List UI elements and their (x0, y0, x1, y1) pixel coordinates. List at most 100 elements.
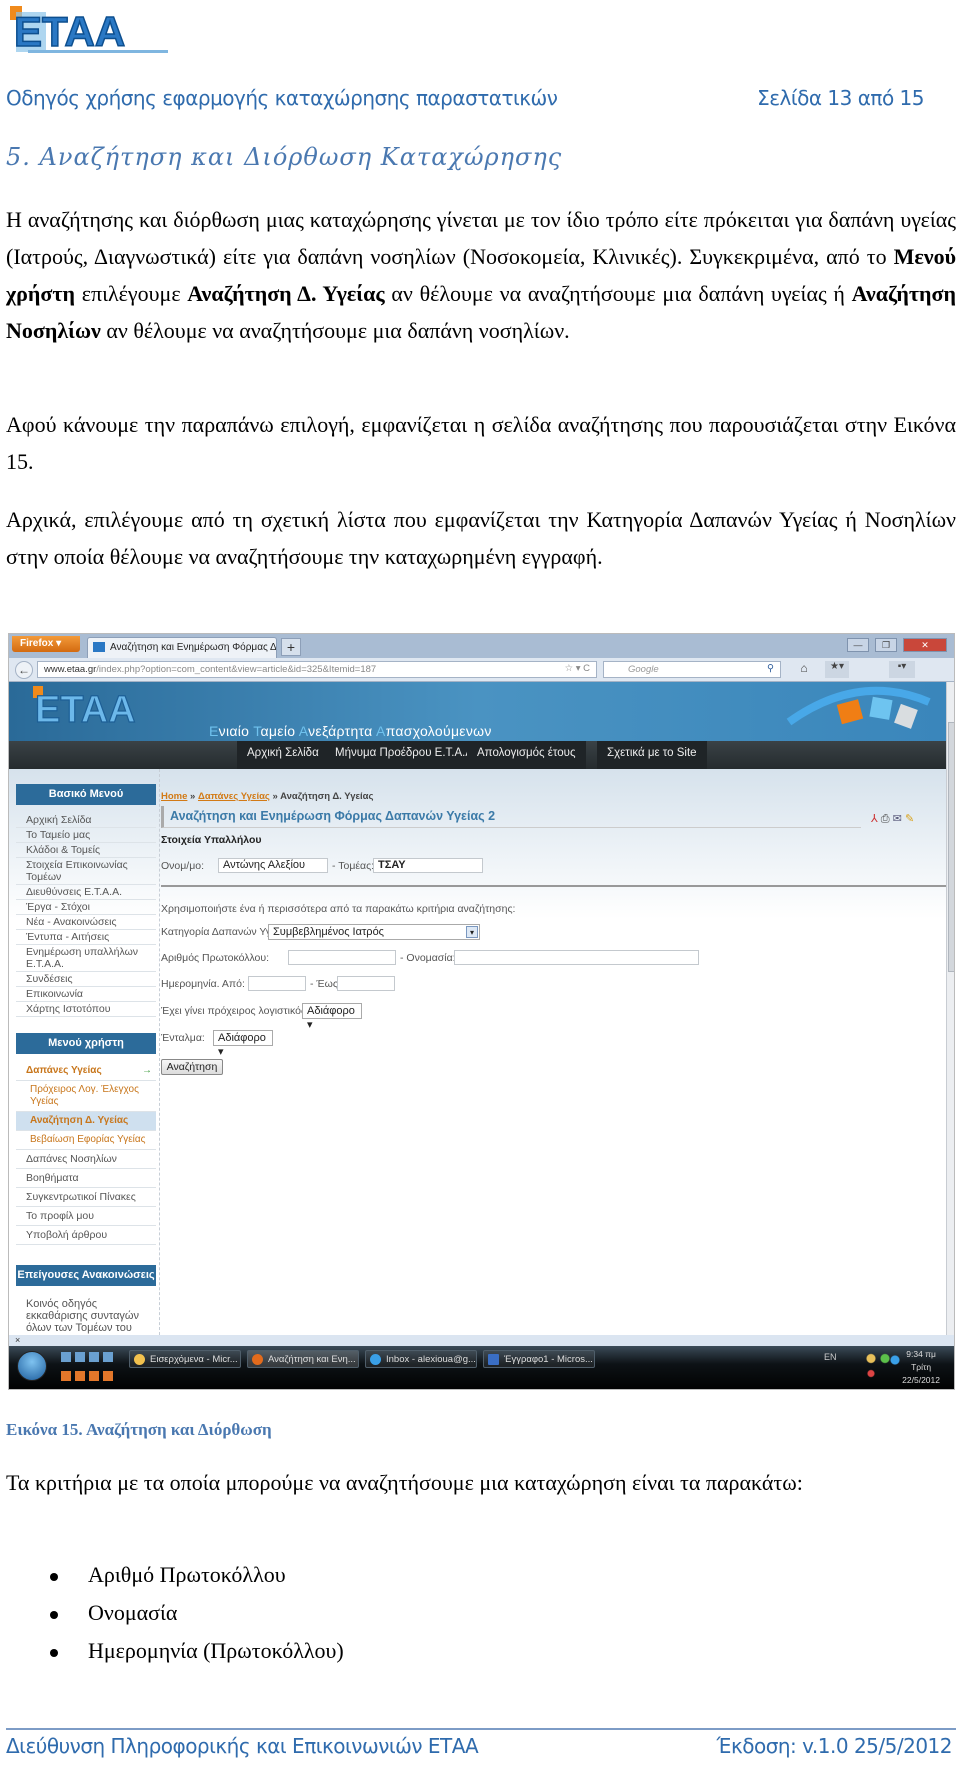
footer-rule (6, 1728, 956, 1730)
page-scrollbar[interactable] (946, 682, 954, 1345)
intro-paragraph: Η αναζήτησης και διόρθωση μιας καταχώρησ… (6, 201, 956, 349)
svg-text:ETAA: ETAA (35, 689, 136, 728)
sidebar-user-item[interactable]: Δαπάνες Νοσηλίων (16, 1150, 156, 1169)
search-input[interactable]: Google ⚲ (603, 661, 781, 678)
sidebar-item-label: Βοηθήματα (26, 1172, 79, 1184)
sector-field[interactable]: ΤΣΑΥ (373, 858, 483, 873)
sidebar-item-label: Διευθύνσεις Ε.Τ.Α.Α. (26, 886, 123, 898)
browser-tab[interactable]: Αναζήτηση και Ενημέρωση Φόρμας Δα... (87, 637, 277, 658)
sidebar-main-item[interactable]: Στοιχεία Επικοινωνίας Τομέων (16, 858, 156, 885)
sidebar-divider (159, 769, 160, 1345)
sidebar-user-item[interactable]: Το προφίλ μου (16, 1207, 156, 1226)
minimize-icon[interactable]: — (847, 638, 869, 652)
sidebar-item-label: Υποβολή άρθρου (26, 1229, 108, 1241)
menu-item-president-message[interactable]: Μήνυμα Προέδρου Ε.Τ.Α.Α. (325, 741, 487, 769)
warrant-select[interactable]: Αδιάφορο ▾ (213, 1030, 273, 1058)
warrant-label: Ένταλμα: (161, 1032, 205, 1044)
bookmarks-icon[interactable]: ★▾ (825, 661, 849, 678)
figure-caption: Εικόνα 15. Αναζήτηση και Διόρθωση (6, 1420, 272, 1439)
sidebar-user-item[interactable]: Δαπάνες Υγείας → (16, 1062, 156, 1081)
main-menu-heading: Βασικό Μενού (16, 784, 156, 805)
taskbar-button-outlook[interactable]: Εισερχόμενα - Micr... (129, 1350, 241, 1368)
sidebar-main-item[interactable]: Χάρτης Ιστοτόπου (16, 1002, 156, 1017)
pdf-icon[interactable]: ⅄ (871, 813, 878, 825)
date-from-field[interactable] (248, 976, 306, 991)
sidebar-main-item[interactable]: Ενημέρωση υπαλλήλων Ε.Τ.Α.Α. (16, 945, 156, 972)
name-field[interactable]: Αντώνης Αλεξίου (218, 858, 328, 873)
sidebar-item-label: Επικοινωνία (26, 988, 83, 1000)
scrollbar-thumb[interactable] (948, 722, 954, 972)
text-run: αν θέλουμε να αναζητήσουμε μια δαπάνη υγ… (384, 281, 852, 306)
sidebar-item-label: Βεβαίωση Εφορίας Υγείας (30, 1134, 146, 1145)
email-icon[interactable]: ✉ (893, 813, 902, 825)
arrow-right-icon: → (142, 1065, 152, 1076)
sidebar-main-item[interactable]: Κλάδοι & Τομείς (16, 843, 156, 858)
taskbar-button-ie[interactable]: Inbox - alexioua@g... (365, 1350, 477, 1368)
sidebar-user-item[interactable]: Συγκεντρωτικοί Πίνακες (16, 1188, 156, 1207)
windows-taskbar: Εισερχόμενα - Micr... Αναζήτηση και Ενη.… (9, 1346, 954, 1389)
footer-department: Διεύθυνση Πληροφορικής και Επικοινωνιών … (6, 1734, 479, 1758)
sidebar-main-item[interactable]: Επικοινωνία (16, 987, 156, 1002)
draft-label: Έχει γίνει πρόχειρος λογιστικός: (161, 1005, 309, 1017)
sidebar-item-label: Δαπάνες Νοσηλίων (26, 1153, 117, 1165)
taskbar-button-word[interactable]: Έγγραφο1 - Micros... (483, 1350, 595, 1368)
site-banner: ETAA Ενιαίο Ταμείο Ανεξάρτητα Απασχολούμ… (9, 682, 946, 769)
sidebar-main-item[interactable]: Συνδέσεις (16, 972, 156, 987)
category-select[interactable]: Συμβεβλημένος Ιατρός ▾ (268, 924, 480, 940)
quick-launch-icons[interactable] (61, 1352, 117, 1362)
clock-day: Τρίτη (911, 1362, 932, 1372)
tagline-word: νεξάρτητα (308, 723, 376, 739)
draft-select[interactable]: Αδιάφορο ▾ (302, 1003, 362, 1031)
breadcrumb-health-expenses[interactable]: Δαπάνες Υγείας (198, 791, 270, 802)
new-tab-button[interactable]: + (281, 638, 301, 656)
breadcrumb-current: Αναζήτηση Δ. Υγείας (280, 791, 374, 802)
addon-icon[interactable]: ▪▾ (889, 661, 915, 678)
menu-item-about[interactable]: Σχετικά με το Site (597, 741, 707, 769)
breadcrumb-home[interactable]: Home (161, 791, 187, 802)
form-separator (161, 885, 946, 887)
title-field[interactable] (454, 950, 699, 965)
search-button[interactable]: Αναζήτηση (161, 1059, 223, 1075)
sidebar-user-item[interactable]: Βεβαίωση Εφορίας Υγείας (16, 1131, 156, 1150)
start-button-icon[interactable] (17, 1351, 47, 1381)
employee-heading: Στοιχεία Υπαλλήλου (161, 834, 262, 846)
site-logo[interactable]: ETAA (31, 684, 181, 728)
sidebar-main-item[interactable]: Το Ταμείο μας (16, 828, 156, 843)
restore-icon[interactable]: ❐ (875, 638, 897, 652)
sidebar-user-item[interactable]: Βοηθήματα (16, 1169, 156, 1188)
reload-icon[interactable]: ☆ ▾ C (565, 663, 590, 674)
system-tray-icons[interactable] (861, 1351, 901, 1381)
protocol-field[interactable] (288, 950, 396, 965)
taskbar-button-firefox[interactable]: Αναζήτηση και Ενη... (247, 1350, 359, 1368)
print-icon[interactable]: ⎙ (881, 813, 890, 825)
chevron-down-icon[interactable]: ▾ (466, 926, 478, 938)
paragraph-3: Αρχικά, επιλέγουμε από τη σχετική λίστα … (6, 507, 956, 569)
date-to-field[interactable] (337, 976, 395, 991)
sidebar-main-item[interactable]: Έργα - Στόχοι (16, 900, 156, 915)
sidebar-main-item[interactable]: Διευθύνσεις Ε.Τ.Α.Α. (16, 885, 156, 900)
home-icon[interactable]: ⌂ (793, 661, 815, 678)
taskbar-clock[interactable]: 9:34 πμ Τρίτη 22/5/2012 (902, 1348, 940, 1387)
firefox-menu-button[interactable]: Firefox ▾ (12, 636, 80, 652)
menu-item-annual-report[interactable]: Απολογισμός έτους (467, 741, 586, 769)
sidebar-user-item[interactable]: Υποβολή άρθρου (16, 1226, 156, 1245)
sector-label: - Τομέας: (332, 860, 375, 872)
sidebar-main-item[interactable]: Νέα - Ανακοινώσεις (16, 915, 156, 930)
menu-item-home[interactable]: Αρχική Σελίδα (237, 741, 329, 769)
close-window-icon[interactable]: ✕ (903, 638, 947, 652)
url-bar[interactable]: www.etaa.gr/index.php?option=com_content… (37, 661, 597, 678)
close-icon[interactable]: × (15, 1335, 20, 1345)
edit-icon[interactable]: ✎ (905, 813, 914, 825)
sidebar-user-item[interactable]: Αναζήτηση Δ. Υγείας (16, 1112, 156, 1131)
tagline-word: πασχολούμενων (385, 723, 492, 739)
sidebar-main-item[interactable]: Έντυπα - Αιτήσεις (16, 930, 156, 945)
urgent-announcements-heading: Επείγουσες Ανακοινώσεις (16, 1265, 156, 1286)
sidebar-user-item[interactable]: Πρόχειρος Λογ. Έλεγχος Υγείας (16, 1081, 156, 1112)
language-indicator[interactable]: EN (824, 1352, 837, 1362)
quick-launch-icons-2[interactable] (61, 1371, 117, 1381)
bullet-item: Ονομασία (50, 1600, 177, 1626)
sidebar-main-item[interactable]: Αρχική Σελίδα (16, 813, 156, 828)
paragraph-2: Αφού κάνουμε την παραπάνω επιλογή, εμφαν… (6, 412, 956, 474)
back-arrow-icon[interactable]: ← (15, 661, 33, 679)
search-icon[interactable]: ⚲ (767, 663, 774, 674)
